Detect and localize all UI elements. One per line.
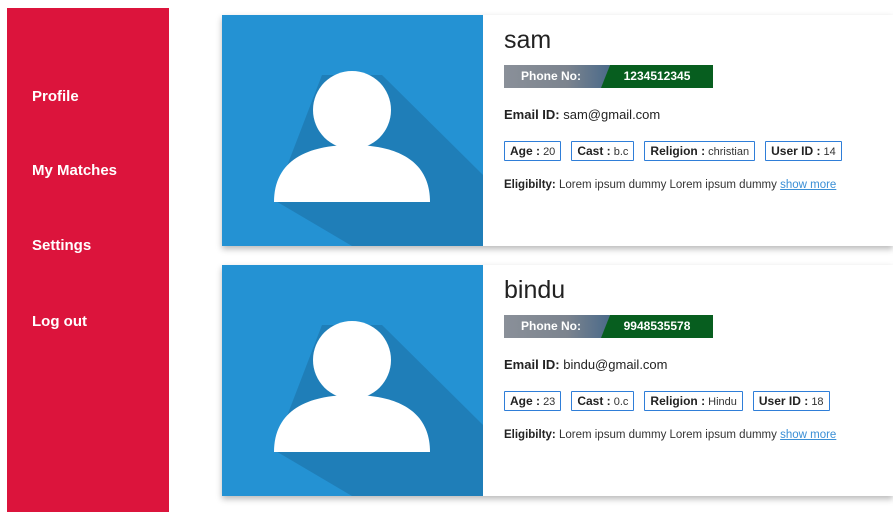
avatar [222, 265, 483, 496]
eligibility-text: Lorem ipsum dummy Lorem ipsum dummy [558, 179, 777, 191]
phone-badge: Phone No: 1234512345 [504, 65, 713, 88]
eligibility-line: Eligibilty: Lorem ipsum dummy Lorem ipsu… [504, 429, 836, 441]
cast-tag: Cast : b.c [571, 141, 635, 161]
nav-settings[interactable]: Settings [32, 237, 91, 254]
email-value: sam@gmail.com [563, 107, 661, 122]
religion-value: Hindu [708, 396, 737, 408]
cast-label: Cast : [577, 144, 611, 158]
show-more-link[interactable]: show more [780, 179, 836, 191]
user-id-value: 18 [811, 396, 824, 408]
profile-name: sam [504, 26, 552, 54]
user-id-tag: User ID : 14 [765, 141, 842, 161]
age-value: 20 [543, 146, 556, 158]
user-id-label: User ID : [771, 144, 821, 158]
email-label: Email ID: [504, 357, 560, 372]
match-card: bindu Phone No: 9948535578 Email ID: bin… [222, 265, 893, 496]
email-line: Email ID: sam@gmail.com [504, 107, 660, 122]
show-more-link[interactable]: show more [780, 429, 836, 441]
cast-value: 0.c [613, 396, 629, 408]
email-label: Email ID: [504, 107, 560, 122]
age-tag: Age : 23 [504, 391, 562, 411]
age-tag: Age : 20 [504, 141, 562, 161]
religion-tag: Religion : christian [644, 141, 756, 161]
cast-label: Cast : [577, 394, 611, 408]
phone-number: 1234512345 [601, 65, 713, 88]
eligibility-label: Eligibilty: [504, 429, 556, 441]
eligibility-line: Eligibilty: Lorem ipsum dummy Lorem ipsu… [504, 179, 836, 191]
nav-profile[interactable]: Profile [32, 88, 79, 105]
email-value: bindu@gmail.com [563, 357, 668, 372]
avatar [222, 15, 483, 246]
eligibility-text: Lorem ipsum dummy Lorem ipsum dummy [558, 429, 777, 441]
religion-value: christian [708, 146, 750, 158]
attribute-tags: Age : 23 Cast : 0.c Religion : Hindu Use… [504, 391, 840, 411]
phone-label: Phone No: [504, 65, 610, 88]
religion-label: Religion : [650, 394, 706, 408]
phone-number: 9948535578 [601, 315, 713, 338]
profile-name: bindu [504, 276, 566, 304]
attribute-tags: Age : 20 Cast : b.c Religion : christian… [504, 141, 852, 161]
nav-log-out[interactable]: Log out [32, 313, 87, 330]
phone-label: Phone No: [504, 315, 610, 338]
user-id-label: User ID : [758, 394, 809, 408]
religion-tag: Religion : Hindu [644, 391, 743, 411]
user-placeholder-icon [274, 321, 483, 496]
sidebar: Profile My Matches Settings Log out [7, 8, 169, 512]
age-label: Age : [510, 394, 540, 408]
religion-label: Religion : [650, 144, 706, 158]
age-label: Age : [510, 144, 540, 158]
cast-tag: Cast : 0.c [571, 391, 635, 411]
user-placeholder-icon [274, 71, 483, 246]
cast-value: b.c [613, 146, 629, 158]
email-line: Email ID: bindu@gmail.com [504, 357, 668, 372]
phone-badge: Phone No: 9948535578 [504, 315, 713, 338]
match-card: sam Phone No: 1234512345 Email ID: sam@g… [222, 15, 893, 246]
user-id-tag: User ID : 18 [752, 391, 830, 411]
nav-my-matches[interactable]: My Matches [32, 162, 117, 179]
age-value: 23 [543, 396, 556, 408]
eligibility-label: Eligibilty: [504, 179, 556, 191]
user-id-value: 14 [823, 146, 836, 158]
